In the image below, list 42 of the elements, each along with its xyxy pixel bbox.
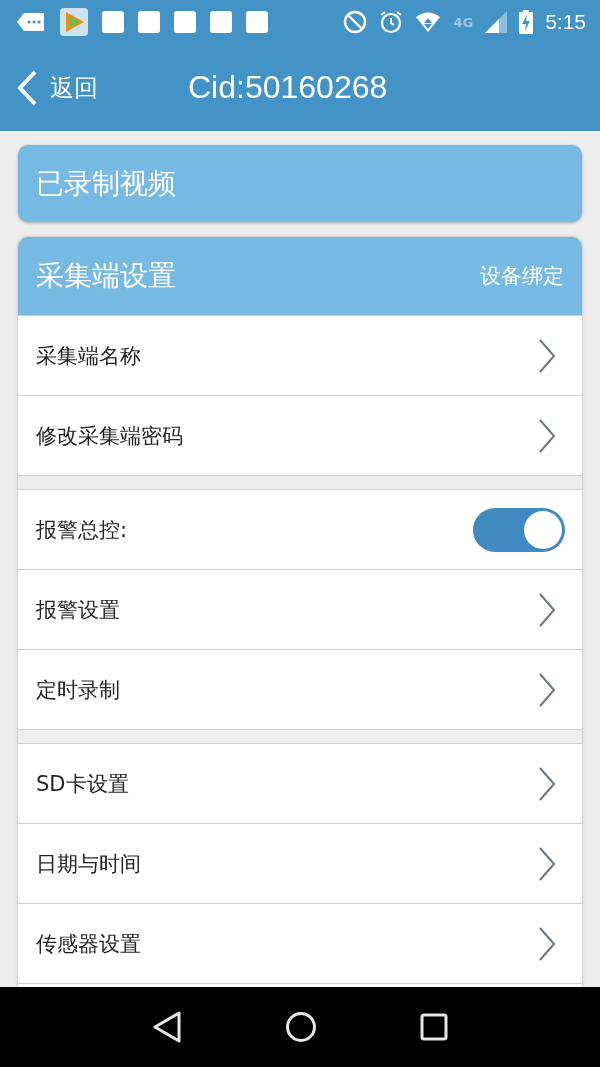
card-title: 采集端设置 xyxy=(36,258,176,294)
alarm-clock-icon xyxy=(379,10,404,34)
row-label: 报警总控: xyxy=(36,516,128,544)
settings-row[interactable]: 传感器设置 xyxy=(18,903,582,983)
settings-row[interactable]: 日期与时间 xyxy=(18,823,582,903)
back-triangle-icon[interactable] xyxy=(151,1011,182,1043)
battery-charging-icon xyxy=(519,10,534,34)
settings-row[interactable]: 报警设置 xyxy=(18,569,582,649)
network-type-label: 4G xyxy=(453,14,474,30)
do-not-disturb-icon xyxy=(343,10,368,34)
recents-square-icon[interactable] xyxy=(420,1013,449,1041)
toggle-switch[interactable] xyxy=(473,507,565,552)
row-label: 传感器设置 xyxy=(36,930,141,958)
row-label: 日期与时间 xyxy=(36,850,141,878)
chevron-right-icon xyxy=(538,766,556,801)
row-label: 报警设置 xyxy=(36,596,120,624)
play-app-icon xyxy=(60,8,88,36)
app-notification-icon xyxy=(210,11,232,33)
page-title: Cid:50160268 xyxy=(188,69,388,106)
chevron-right-icon xyxy=(538,846,556,881)
app-notification-icon xyxy=(246,11,268,33)
chevron-right-icon xyxy=(538,672,556,707)
wifi-icon xyxy=(415,11,442,33)
chevron-left-icon xyxy=(16,69,38,106)
clock-time: 5:15 xyxy=(545,10,586,34)
row-label: 修改采集端密码 xyxy=(36,422,183,450)
home-circle-icon[interactable] xyxy=(285,1011,317,1043)
chat-bubble-icon xyxy=(16,11,46,33)
chevron-right-icon xyxy=(538,926,556,961)
signal-icon xyxy=(485,11,508,33)
settings-row[interactable]: 报警总控: xyxy=(18,489,582,569)
row-label: SD卡设置 xyxy=(36,770,129,798)
settings-row[interactable]: 采集端名称 xyxy=(18,315,582,395)
app-notification-icon xyxy=(102,11,124,33)
chevron-right-icon xyxy=(538,338,556,373)
row-label: 采集端名称 xyxy=(36,342,141,370)
row-label: 定时录制 xyxy=(36,676,120,704)
app-notification-icon xyxy=(138,11,160,33)
chevron-right-icon xyxy=(538,592,556,627)
app-notification-icon xyxy=(174,11,196,33)
chevron-right-icon xyxy=(538,418,556,453)
settings-row[interactable]: SD卡设置 xyxy=(18,743,582,823)
